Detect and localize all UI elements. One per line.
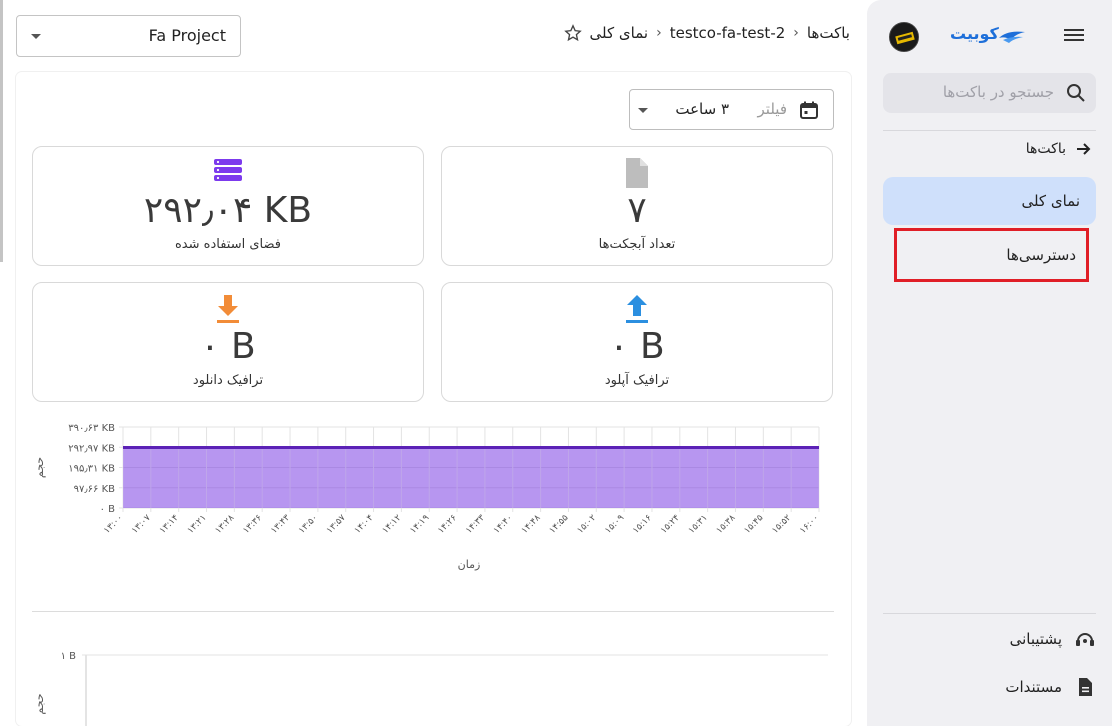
back-label: باکت‌ها <box>1025 141 1066 157</box>
y-tick-label: ۱ B <box>61 651 77 662</box>
sidebar: کوبیت جستجو در باکت‌ها باکت‌ها نمای کلی … <box>867 0 1112 726</box>
scroll-edge <box>0 0 3 262</box>
support-icon <box>1076 633 1094 646</box>
search-icon <box>1067 84 1085 102</box>
traffic-chart: ۱ B حجم <box>33 651 828 726</box>
overview-panel: فیلتر ۳ ساعت ۲۹۲٫۰۴ KB فضای استفاده شده … <box>16 72 851 726</box>
breadcrumb-item-buckets[interactable]: باکت‌ها <box>807 24 850 42</box>
arrow-right-icon <box>1077 143 1091 155</box>
avatar[interactable] <box>889 22 919 52</box>
docs-label: مستندات <box>1005 678 1062 696</box>
breadcrumb: باکت‌ها ‹ testco-fa-test-2 ‹ نمای کلی <box>563 24 850 42</box>
sidebar-item-support[interactable]: پشتیبانی <box>1010 628 1096 650</box>
star-icon[interactable] <box>563 24 582 42</box>
chevron-left-icon: ‹ <box>656 25 662 41</box>
y-axis-label: حجم <box>33 693 46 714</box>
support-label: پشتیبانی <box>1009 630 1062 648</box>
logo-icon <box>999 31 1025 43</box>
document-icon <box>1079 678 1092 696</box>
breadcrumb-item-bucket[interactable]: testco-fa-test-2 <box>670 24 786 42</box>
brand-name: کوبیت <box>950 24 999 43</box>
search-input[interactable]: جستجو در باکت‌ها <box>883 73 1096 113</box>
breadcrumb-item-current: نمای کلی <box>589 24 649 42</box>
sidebar-item-overview[interactable]: نمای کلی <box>883 177 1096 225</box>
project-select-value: Fa Project <box>148 26 226 45</box>
back-to-buckets-link[interactable]: باکت‌ها <box>1026 140 1092 158</box>
menu-icon[interactable] <box>1064 26 1084 46</box>
search-placeholder: جستجو در باکت‌ها <box>942 83 1054 101</box>
project-select[interactable]: Fa Project <box>16 15 241 57</box>
sidebar-item-docs[interactable]: مستندات <box>1005 676 1096 698</box>
sidebar-footer-divider <box>883 613 1096 614</box>
sidebar-divider <box>883 130 1096 131</box>
chevron-left-icon: ‹ <box>793 25 799 41</box>
chevron-down-icon <box>31 34 41 39</box>
sidebar-item-permissions[interactable]: دسترسی‌ها <box>894 228 1089 282</box>
